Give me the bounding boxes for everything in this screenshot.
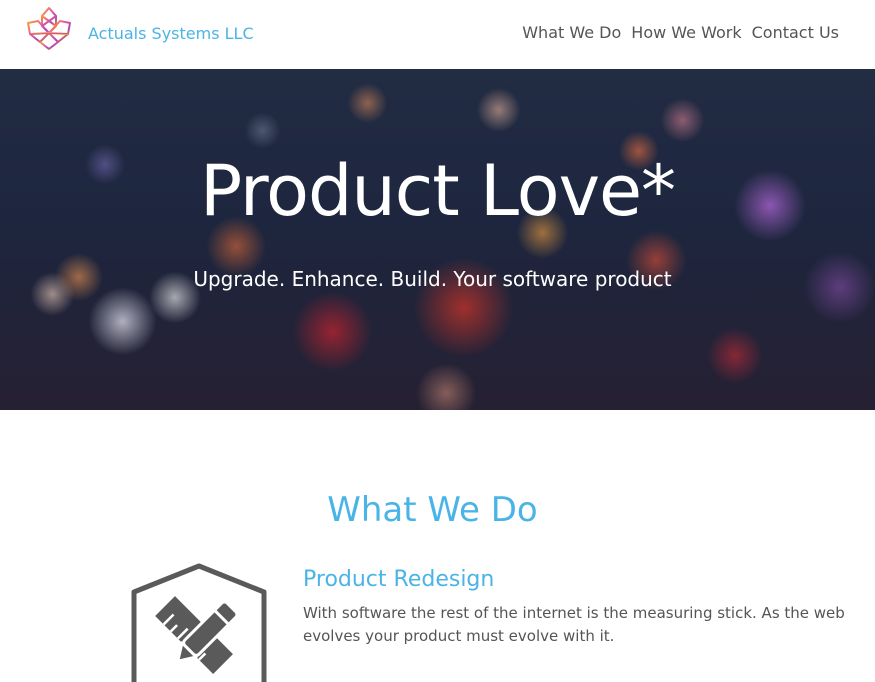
what-we-do-heading: What We Do [327, 490, 538, 530]
service-description: With software the rest of the internet i… [303, 604, 845, 645]
maple-leaf-icon[interactable] [24, 6, 74, 62]
site-header: Actuals Systems LLC What We Do How We Wo… [0, 0, 875, 69]
service-title: Product Redesign [303, 567, 495, 592]
hero-banner: Product Love* Upgrade. Enhance. Build. Y… [0, 69, 875, 410]
main-nav: What We Do How We Work Contact Us [522, 23, 839, 43]
nav-contact-us[interactable]: Contact Us [752, 23, 839, 43]
hero-subtitle: Upgrade. Enhance. Build. Your software p… [193, 267, 672, 291]
pencil-ruler-icon [131, 563, 267, 682]
brand-name-link[interactable]: Actuals Systems LLC [88, 24, 254, 44]
hero-title: Product Love* [199, 150, 676, 232]
nav-how-we-work[interactable]: How We Work [631, 23, 741, 43]
nav-what-we-do[interactable]: What We Do [522, 23, 621, 43]
